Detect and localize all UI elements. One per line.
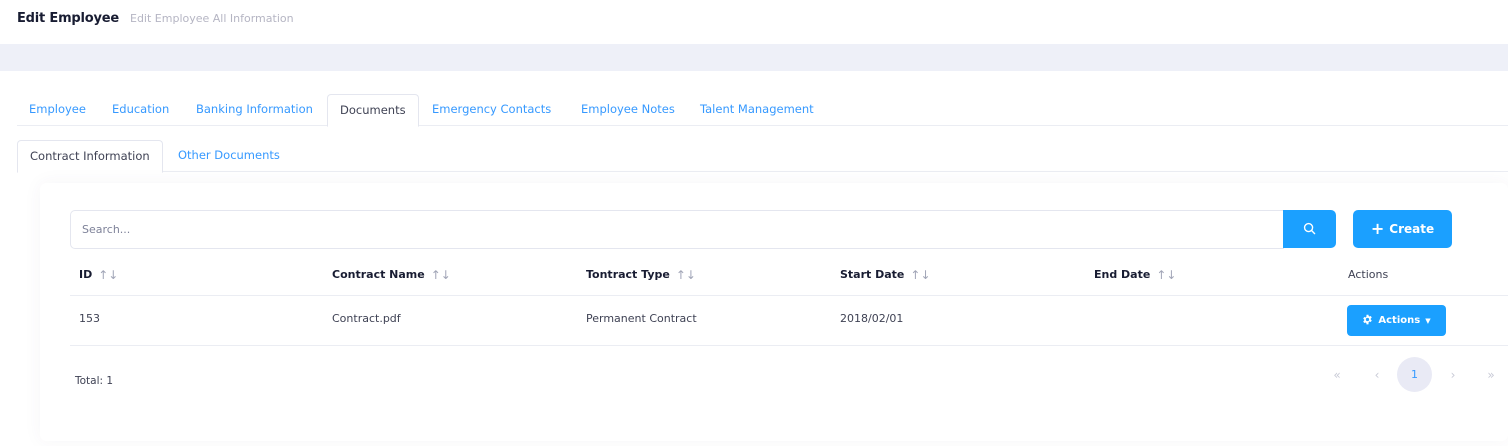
tab-education[interactable]: Education (100, 94, 181, 126)
table-header-divider (70, 295, 1508, 296)
column-header-actions: Actions (1348, 268, 1389, 281)
column-header-contract-type[interactable]: Tontract Type ↑↓ (586, 268, 696, 281)
tab-documents[interactable]: Documents (327, 94, 419, 127)
content-band (0, 44, 1508, 71)
row-actions-label: Actions (1378, 315, 1421, 326)
page-description: Edit Employee All Information (130, 12, 294, 25)
double-chevron-right-icon: » (1487, 367, 1495, 382)
column-header-start-date[interactable]: Start Date ↑↓ (840, 268, 931, 281)
sort-icon: ↑↓ (430, 267, 451, 282)
tab-contract-information[interactable]: Contract Information (17, 140, 163, 173)
subheader: Edit Employee Edit Employee All Informat… (0, 0, 1508, 44)
tab-employee-notes[interactable]: Employee Notes (569, 94, 687, 126)
cell-contract-name: Contract.pdf (332, 312, 401, 325)
cell-contract-type: Permanent Contract (586, 312, 697, 325)
sort-icon: ↑↓ (1156, 267, 1177, 282)
table-row-divider (70, 345, 1508, 346)
last-page-button[interactable]: » (1478, 357, 1504, 392)
next-page-button[interactable]: › (1440, 357, 1466, 392)
tab-talent-management[interactable]: Talent Management (688, 94, 826, 126)
cell-start-date: 2018/02/01 (840, 312, 904, 325)
search-button[interactable] (1283, 210, 1336, 248)
search-input[interactable] (70, 210, 1284, 249)
double-chevron-left-icon: « (1333, 367, 1341, 382)
main-tabs: Employee Education Banking Information D… (17, 94, 1508, 127)
column-header-id[interactable]: ID ↑↓ (79, 268, 118, 281)
page-title: Edit Employee (17, 11, 120, 26)
caret-down-icon: ▼ (1425, 316, 1431, 325)
create-button[interactable]: + Create (1353, 210, 1452, 248)
tab-emergency-contacts[interactable]: Emergency Contacts (420, 94, 563, 126)
previous-page-button[interactable]: ‹ (1364, 357, 1390, 392)
gear-icon (1362, 314, 1373, 328)
page-button-current[interactable]: 1 (1397, 357, 1432, 392)
cell-id: 153 (79, 312, 100, 325)
chevron-right-icon: › (1450, 367, 1456, 382)
total-count: Total: 1 (75, 375, 114, 387)
tab-other-documents[interactable]: Other Documents (166, 140, 292, 172)
sort-icon: ↑↓ (675, 267, 696, 282)
chevron-left-icon: ‹ (1374, 367, 1380, 382)
tab-employee[interactable]: Employee (17, 94, 98, 126)
tab-banking-information[interactable]: Banking Information (184, 94, 325, 126)
search-icon (1303, 220, 1316, 239)
first-page-button[interactable]: « (1324, 357, 1350, 392)
sort-icon: ↑↓ (98, 267, 119, 282)
plus-icon: + (1370, 219, 1385, 238)
create-button-label: Create (1389, 222, 1435, 236)
row-actions-button[interactable]: Actions ▼ (1347, 305, 1446, 336)
column-header-contract-name[interactable]: Contract Name ↑↓ (332, 268, 451, 281)
sort-icon: ↑↓ (910, 267, 931, 282)
sub-tabs: Contract Information Other Documents (17, 140, 1508, 173)
column-header-end-date[interactable]: End Date ↑↓ (1094, 268, 1176, 281)
